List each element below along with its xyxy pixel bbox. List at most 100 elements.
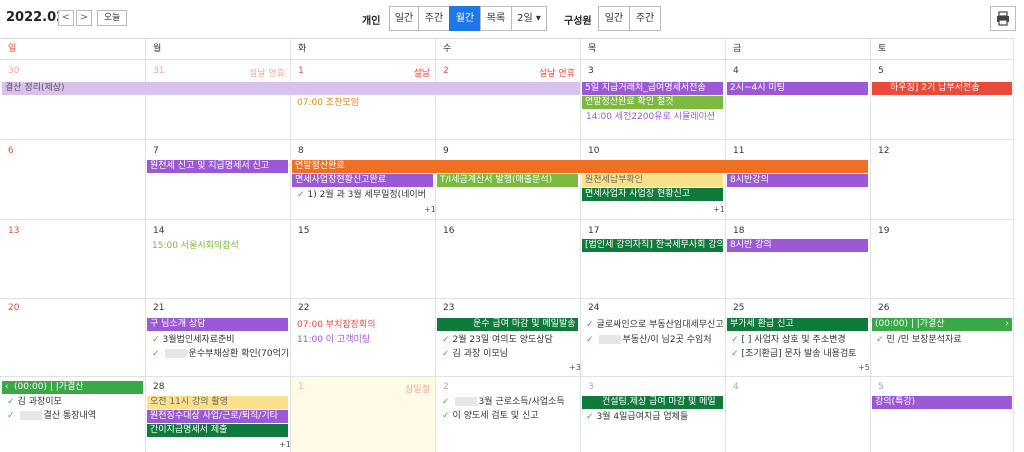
day-number[interactable]: 17 bbox=[588, 226, 599, 236]
day-number[interactable]: 4 bbox=[733, 66, 739, 76]
day-number[interactable]: 2 bbox=[443, 66, 449, 76]
grid-line bbox=[0, 139, 1014, 140]
event-text[interactable]: ✓ 부동산/이 님2곳 수임처 bbox=[586, 334, 724, 347]
event-text[interactable]: ✓[ ] 사업자 상호 및 주소변경 bbox=[731, 334, 869, 347]
event-text[interactable]: ✓ [조기환급] 문자 발송 내용검토 bbox=[731, 348, 869, 361]
next-month-button[interactable]: > bbox=[76, 10, 92, 26]
event-text[interactable]: ✓ 3월 4일급여지급 업체들 bbox=[586, 411, 724, 424]
event-text[interactable]: 07:00 조찬모임 bbox=[297, 97, 437, 110]
event-text[interactable]: ✓ 운수부채상환 확인(70억기준 bbox=[152, 348, 290, 361]
day-number[interactable]: 5 bbox=[878, 66, 884, 76]
personal-2day-view-dropdown[interactable]: 2일 ▾ bbox=[511, 6, 547, 31]
day-number[interactable]: 18 bbox=[733, 226, 744, 236]
day-number[interactable]: 31 bbox=[153, 66, 164, 76]
day-number[interactable]: 20 bbox=[8, 303, 19, 313]
personal-month-view-button[interactable]: 월간 bbox=[449, 6, 481, 31]
more-events-link[interactable]: +1 bbox=[424, 205, 436, 214]
day-number[interactable]: 23 bbox=[443, 303, 454, 313]
day-number[interactable]: 1 bbox=[298, 382, 304, 392]
event-bar[interactable]: 원천세 신고 및 지급명세서 신고 bbox=[147, 160, 288, 173]
event-bar[interactable]: T/I세금계산서 발행(매출분석) bbox=[437, 174, 578, 187]
event-bar[interactable]: 원천징수대상 사업/근로/퇴직/기타 bbox=[147, 410, 288, 423]
day-number[interactable]: 8 bbox=[298, 146, 304, 156]
day-number[interactable]: 12 bbox=[878, 146, 889, 156]
event-bar[interactable]: 부가세 환급 신고 bbox=[727, 318, 868, 331]
event-bar[interactable]: 8시반강의 bbox=[727, 174, 868, 187]
day-number[interactable]: 3 bbox=[588, 382, 594, 392]
day-number[interactable]: 3 bbox=[588, 66, 594, 76]
event-bar[interactable]: 면세사업자 사업장 현황신고 bbox=[582, 188, 723, 201]
day-number[interactable]: 21 bbox=[153, 303, 164, 313]
day-number[interactable]: 30 bbox=[8, 66, 19, 76]
day-number[interactable]: 25 bbox=[733, 303, 744, 313]
today-button[interactable]: 오늘 bbox=[97, 10, 127, 26]
personal-list-view-button[interactable]: 목록 bbox=[480, 6, 512, 31]
event-text[interactable]: ✓ 3월 근로소득/사업소득 bbox=[442, 396, 580, 409]
member-week-view-button[interactable]: 주간 bbox=[629, 6, 661, 31]
event-bar[interactable]: ‹ (00:00) | |가결산 bbox=[2, 381, 143, 394]
event-bar[interactable]: 8시반 강의 bbox=[727, 239, 868, 252]
event-text[interactable]: ✓ 2월 23일 여의도 양도상담 bbox=[442, 334, 580, 347]
member-day-view-button[interactable]: 일간 bbox=[598, 6, 630, 31]
event-bar[interactable]: 건설팀,제상 급여 마감 및 메일 bbox=[582, 396, 723, 409]
day-number[interactable]: 2 bbox=[443, 382, 449, 392]
check-icon: ✓ bbox=[442, 335, 450, 345]
event-text[interactable]: ✓ 이 양도세 검토 및 신고 bbox=[442, 410, 580, 423]
event-text[interactable]: 15:00 서울시회의참석 bbox=[152, 240, 290, 253]
event-bar[interactable]: 간이지급명세서 제출 bbox=[147, 424, 288, 437]
day-number[interactable]: 9 bbox=[443, 146, 449, 156]
day-number[interactable]: 4 bbox=[733, 382, 739, 392]
event-bar[interactable]: 연말정산완료 bbox=[292, 160, 868, 173]
prev-month-button[interactable]: < bbox=[58, 10, 74, 26]
day-number[interactable]: 22 bbox=[298, 303, 309, 313]
event-bar[interactable]: 2시~4시 미팅 bbox=[727, 82, 868, 95]
event-text[interactable]: ✓ 김 과장 이모님 bbox=[442, 348, 580, 361]
day-number[interactable]: 16 bbox=[443, 226, 454, 236]
personal-week-view-button[interactable]: 주간 bbox=[418, 6, 450, 31]
event-bar[interactable]: 강의(특강) bbox=[872, 396, 1012, 409]
day-number[interactable]: 5 bbox=[878, 382, 884, 392]
event-bar[interactable]: 연말정산완료 확인 철것 bbox=[582, 96, 723, 109]
print-button[interactable] bbox=[990, 6, 1016, 31]
day-number[interactable]: 14 bbox=[153, 226, 164, 236]
grid-line bbox=[0, 298, 1014, 299]
event-bar[interactable]: 구 님소개 상담 bbox=[147, 318, 288, 331]
event-text[interactable]: ✓ 1) 2월 과 3월 세무일정(네이버 bbox=[297, 189, 435, 202]
event-text[interactable]: ✓ 민 /민 보장분석자료 bbox=[876, 334, 1012, 347]
event-bar[interactable]: 운수 급여 마감 및 메일발송 bbox=[437, 318, 578, 331]
day-number[interactable]: 15 bbox=[298, 226, 309, 236]
day-number[interactable]: 7 bbox=[153, 146, 159, 156]
event-text[interactable]: 07:00 부치잡장회의 bbox=[297, 319, 435, 332]
event-bar[interactable]: 5일 지급거래처_급여명세서전송 bbox=[582, 82, 723, 95]
event-text[interactable]: ✓ 3월법인세자료준비 bbox=[152, 334, 290, 347]
event-text[interactable]: ✓ 결산 통장내역 bbox=[7, 410, 145, 423]
event-bar[interactable]: (00:00) | |가결산 › bbox=[872, 318, 1012, 331]
event-bar[interactable]: [법인세 강의자직] 한국세무사회 강의 bbox=[582, 239, 723, 252]
day-number[interactable]: 6 bbox=[8, 146, 14, 156]
event-text[interactable]: 14:00 세전2200유로 시뮬레이션 bbox=[586, 111, 724, 124]
event-text[interactable]: 11:00 이 고객미팅 bbox=[297, 334, 435, 347]
day-number[interactable]: 11 bbox=[733, 146, 744, 156]
grid-line bbox=[580, 39, 581, 452]
event-bar[interactable]: 면세사업장현황신고완료 bbox=[292, 174, 433, 187]
event-bar[interactable]: 하우징] 2기 납부서전송 bbox=[872, 82, 1012, 95]
event-bar[interactable]: 원천세납부확인 bbox=[582, 174, 723, 187]
day-number[interactable]: 13 bbox=[8, 226, 19, 236]
check-icon: ✓ bbox=[586, 335, 594, 345]
day-number[interactable]: 28 bbox=[153, 382, 164, 392]
day-number[interactable]: 26 bbox=[878, 303, 889, 313]
day-number[interactable]: 10 bbox=[588, 146, 599, 156]
more-events-link[interactable]: +1 bbox=[713, 205, 725, 214]
weekday-wed: 수 bbox=[443, 44, 452, 54]
event-text[interactable]: ✓ 글로싸인으로 부동산임대세무신고 bbox=[586, 319, 724, 332]
day-number[interactable]: 19 bbox=[878, 226, 889, 236]
day-number[interactable]: 24 bbox=[588, 303, 599, 313]
more-events-link[interactable]: +5 bbox=[858, 363, 870, 372]
more-events-link[interactable]: +3 bbox=[569, 363, 581, 372]
event-bar[interactable]: 결산 정리(제상) bbox=[2, 82, 580, 95]
personal-day-view-button[interactable]: 일간 bbox=[389, 6, 419, 31]
day-number[interactable]: 1 bbox=[298, 66, 304, 76]
event-text[interactable]: ✓ 김 과장이모 bbox=[7, 396, 145, 409]
more-events-link[interactable]: +1 bbox=[279, 440, 291, 449]
event-bar[interactable]: 오전 11시 강의 촬영 bbox=[147, 396, 288, 409]
